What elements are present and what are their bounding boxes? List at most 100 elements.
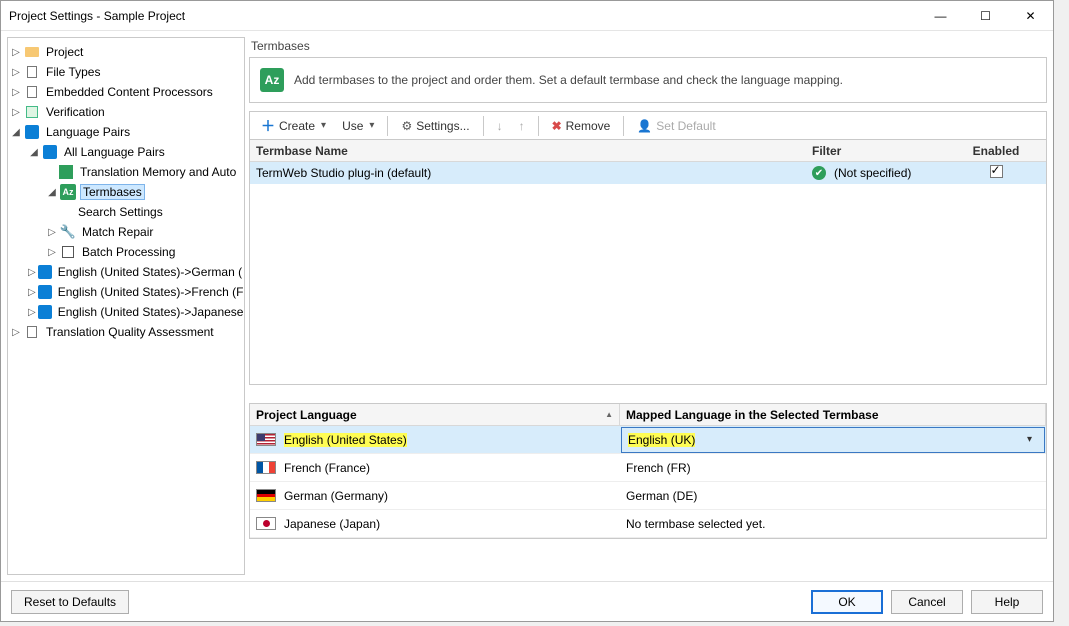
header-filter[interactable]: Filter [806, 144, 946, 158]
project-language-cell: German (Germany) [250, 489, 620, 503]
expand-icon[interactable]: ▷ [10, 86, 22, 98]
tree-label: English (United States)->German ( [56, 265, 244, 279]
tree-label: Translation Quality Assessment [44, 325, 216, 339]
tree-node-search-settings[interactable]: Search Settings [8, 202, 244, 222]
tree-node-match-repair[interactable]: ▷ 🔧 Match Repair [8, 222, 244, 242]
x-icon: ✖ [552, 119, 562, 133]
tree-node-file-types[interactable]: ▷ File Types [8, 62, 244, 82]
section-title: Termbases [249, 37, 1047, 57]
window-title: Project Settings - Sample Project [9, 9, 185, 23]
move-up-button[interactable]: ↑ [512, 114, 532, 138]
collapse-icon[interactable]: ◢ [10, 126, 22, 138]
termbase-icon: Az [60, 184, 76, 200]
lang-row-english[interactable]: English (United States) English (UK) ▾ [250, 426, 1046, 454]
expand-icon[interactable]: ▷ [10, 46, 22, 58]
settings-tree[interactable]: ▷ Project ▷ File Types ▷ Embedded Conten… [8, 38, 244, 342]
settings-button[interactable]: ⚙ Settings... [394, 114, 476, 138]
expand-icon[interactable]: ▷ [28, 266, 36, 278]
tree-node-lang-pair-japanese[interactable]: ▷ English (United States)->Japanese [8, 302, 244, 322]
set-default-button[interactable]: 👤 Set Default [630, 114, 722, 138]
termbase-name-cell: TermWeb Studio plug-in (default) [250, 166, 806, 180]
mapped-language-cell[interactable]: French (FR) [620, 461, 1046, 475]
help-button[interactable]: Help [971, 590, 1043, 614]
tree-node-lang-pair-french[interactable]: ▷ English (United States)->French (F [8, 282, 244, 302]
remove-button[interactable]: ✖ Remove [545, 114, 618, 138]
header-enabled[interactable]: Enabled [946, 144, 1046, 158]
move-down-button[interactable]: ↓ [490, 114, 510, 138]
tree-node-verification[interactable]: ▷ Verification [8, 102, 244, 122]
status-ok-icon: ✔ [812, 166, 826, 180]
info-text: Add termbases to the project and order t… [294, 73, 843, 87]
expand-icon[interactable]: ▷ [28, 286, 36, 298]
termbase-icon: Az [260, 68, 284, 92]
expand-icon[interactable]: ▷ [46, 226, 58, 238]
cancel-button[interactable]: Cancel [891, 590, 963, 614]
termbase-row[interactable]: TermWeb Studio plug-in (default) ✔ (Not … [250, 162, 1046, 184]
arrow-up-icon: ↑ [519, 119, 525, 133]
tree-label: All Language Pairs [62, 145, 167, 159]
expand-icon[interactable]: ▷ [28, 306, 36, 318]
mapped-language-dropdown[interactable]: English (UK) ▾ [621, 427, 1045, 453]
tree-node-lang-pair-german[interactable]: ▷ English (United States)->German ( [8, 262, 244, 282]
separator [623, 116, 624, 136]
file-icon [24, 84, 40, 100]
header-mapped-language[interactable]: Mapped Language in the Selected Termbase [620, 404, 1046, 425]
tree-label: Project [44, 45, 85, 59]
tree-node-translation-quality[interactable]: ▷ Translation Quality Assessment [8, 322, 244, 342]
ok-button[interactable]: OK [811, 590, 883, 614]
language-icon [24, 124, 40, 140]
tree-node-language-pairs[interactable]: ◢ Language Pairs [8, 122, 244, 142]
cell-text: German (Germany) [284, 489, 388, 503]
lang-row-french[interactable]: French (France) French (FR) [250, 454, 1046, 482]
flag-us-icon [256, 433, 276, 446]
header-label: Mapped Language in the Selected Termbase [626, 408, 879, 422]
expand-icon[interactable]: ▷ [10, 66, 22, 78]
collapse-icon[interactable]: ◢ [46, 186, 58, 198]
termbase-table: Termbase Name Filter Enabled TermWeb Stu… [249, 139, 1047, 385]
create-button[interactable]: ＋ Create [254, 114, 333, 138]
reset-defaults-button[interactable]: Reset to Defaults [11, 590, 129, 614]
maximize-button[interactable]: ☐ [963, 1, 1008, 31]
dropdown-arrow-icon: ▾ [1027, 434, 1038, 445]
button-label: Reset to Defaults [24, 595, 116, 609]
verification-icon [24, 104, 40, 120]
expand-icon[interactable]: ▷ [10, 106, 22, 118]
tree-node-translation-memory[interactable]: Translation Memory and Auto [8, 162, 244, 182]
window-controls: — ☐ ✕ [918, 1, 1053, 31]
flag-jp-icon [256, 517, 276, 530]
wrench-icon: 🔧 [60, 224, 76, 240]
cell-text: German (DE) [626, 489, 697, 503]
mapped-language-cell[interactable]: No termbase selected yet. [620, 517, 1046, 531]
termbases-panel: Termbases Az Add termbases to the projec… [249, 37, 1047, 575]
collapse-icon[interactable]: ◢ [28, 146, 40, 158]
cell-text: (Not specified) [834, 166, 911, 180]
tree-label: Embedded Content Processors [44, 85, 215, 99]
tree-node-project[interactable]: ▷ Project [8, 42, 244, 62]
expand-icon[interactable]: ▷ [10, 326, 22, 338]
lang-row-german[interactable]: German (Germany) German (DE) [250, 482, 1046, 510]
gear-icon: ⚙ [401, 119, 412, 133]
use-button[interactable]: Use [335, 114, 381, 138]
header-project-language[interactable]: Project Language [250, 404, 620, 425]
expand-icon[interactable]: ▷ [46, 246, 58, 258]
project-language-cell: Japanese (Japan) [250, 517, 620, 531]
tree-label: Batch Processing [80, 245, 177, 259]
button-label: Help [995, 595, 1020, 609]
tree-label: Language Pairs [44, 125, 132, 139]
tree-node-batch-processing[interactable]: ▷ Batch Processing [8, 242, 244, 262]
tree-label: Verification [44, 105, 107, 119]
button-label: Remove [566, 119, 611, 133]
lang-row-japanese[interactable]: Japanese (Japan) No termbase selected ye… [250, 510, 1046, 538]
enabled-checkbox[interactable] [990, 165, 1003, 178]
close-button[interactable]: ✕ [1008, 1, 1053, 31]
cell-text: English (United States) [284, 433, 407, 447]
header-name[interactable]: Termbase Name [250, 144, 806, 158]
tree-node-all-language-pairs[interactable]: ◢ All Language Pairs [8, 142, 244, 162]
minimize-button[interactable]: — [918, 1, 963, 31]
tree-node-embedded-content[interactable]: ▷ Embedded Content Processors [8, 82, 244, 102]
tree-label: Search Settings [76, 205, 165, 219]
tree-node-termbases[interactable]: ◢ Az Termbases [8, 182, 244, 202]
mapped-language-cell[interactable]: German (DE) [620, 489, 1046, 503]
table-header: Termbase Name Filter Enabled [250, 140, 1046, 162]
button-label: Create [279, 119, 315, 133]
